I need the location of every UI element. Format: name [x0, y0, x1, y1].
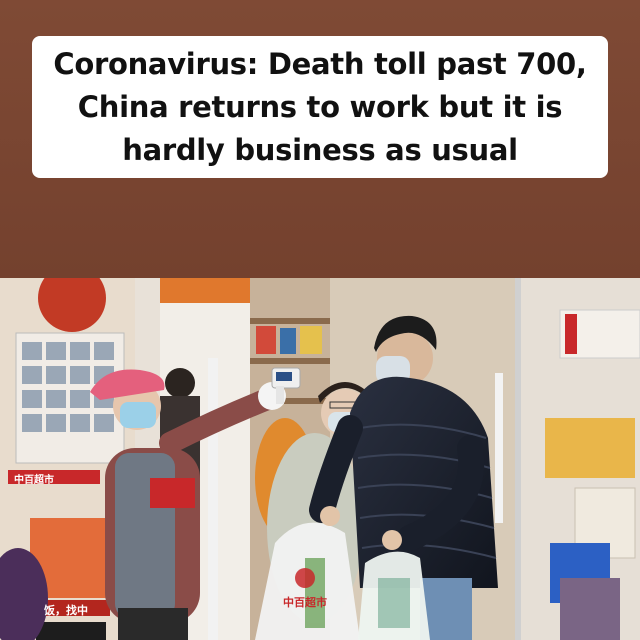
stroller-bag: [560, 578, 620, 640]
bag-contents: [378, 578, 410, 628]
door-handle-right: [495, 373, 503, 523]
worker-mask: [120, 402, 156, 428]
headline-box: Coronavirus: Death toll past 700, China …: [32, 36, 608, 178]
headline-line-2: China returns to work but it is: [77, 89, 563, 124]
thermometer-display: [276, 372, 292, 381]
bag-print: 中百超市: [283, 596, 327, 609]
man-hand-right: [382, 530, 402, 550]
worker-vest: [115, 453, 175, 618]
door-frame-right: [515, 278, 521, 640]
product-boxes: [545, 418, 635, 478]
shop-sign-left: 中百超市: [14, 475, 54, 486]
photo-illustration: [0, 278, 640, 640]
headline-line-3: hardly business as usual: [122, 132, 518, 167]
worker-armband: [150, 478, 195, 508]
orange-pillar-top: [160, 278, 250, 303]
headline: Coronavirus: Death toll past 700, China …: [53, 43, 587, 172]
news-photo: 中百超市 饭，找中 中百超市 36: [0, 278, 640, 640]
menu-strip-dark: [36, 622, 106, 640]
bg-person-head: [165, 368, 195, 398]
bag-logo: [295, 568, 315, 588]
man-hand-left: [320, 506, 340, 526]
door-handle-left: [208, 358, 218, 640]
headline-line-1: Coronavirus: Death toll past 700,: [53, 46, 587, 81]
thermometer-handle: [276, 386, 284, 404]
shop-sign-menu: 饭，找中: [44, 604, 88, 617]
worker-pants: [118, 608, 188, 640]
